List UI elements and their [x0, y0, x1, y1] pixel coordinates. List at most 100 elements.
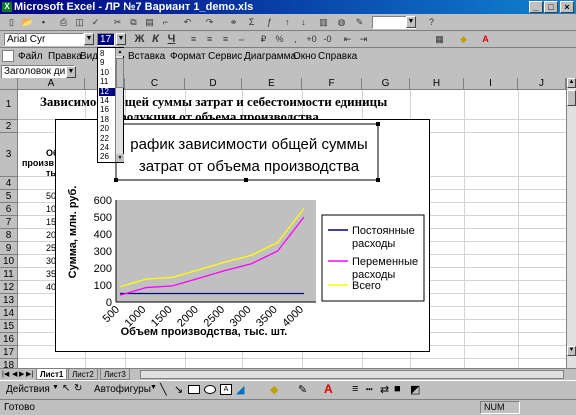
row-header[interactable]: 9	[0, 242, 18, 255]
horizontal-scrollbar[interactable]	[140, 370, 564, 379]
font-size-dropdown-arrow[interactable]: ▼	[116, 33, 126, 45]
arrow-style-icon[interactable]: ⇄	[380, 383, 389, 396]
font-size-option[interactable]: 10	[99, 68, 115, 77]
paste-icon[interactable]: ▤	[142, 16, 157, 29]
font-size-option[interactable]: 9	[99, 59, 115, 67]
column-header[interactable]: H	[410, 78, 464, 90]
row-header[interactable]: 5	[0, 190, 18, 203]
close-button[interactable]: ×	[560, 1, 574, 13]
font-size-option[interactable]: 16	[99, 106, 115, 114]
menu-help[interactable]: Справка	[318, 51, 357, 62]
sheet-tab-1[interactable]: Лист1	[36, 369, 68, 380]
help-icon[interactable]: ?	[424, 16, 439, 29]
free-rotate-icon[interactable]: ↻	[74, 383, 82, 394]
vertical-scrollbar[interactable]: ▲ ▼	[566, 78, 576, 368]
font-size-option[interactable]: 22	[99, 134, 115, 143]
menu-edit[interactable]: Правка	[48, 51, 82, 62]
select-all-corner[interactable]	[0, 78, 18, 90]
increase-decimal-icon[interactable]: +0	[304, 33, 319, 46]
row-header[interactable]: 11	[0, 268, 18, 281]
row-header[interactable]: 15	[0, 320, 18, 333]
undo-icon[interactable]: ↶	[180, 16, 195, 29]
decrease-indent-icon[interactable]: ⇤	[340, 33, 355, 46]
dropdown-scroll-thumb[interactable]	[116, 58, 124, 88]
autoshapes-dropdown-icon[interactable]: ▼	[150, 384, 157, 391]
font-color-icon[interactable]: A	[478, 33, 493, 46]
rectangle-icon[interactable]	[188, 385, 200, 394]
menu-window[interactable]: Окно	[293, 51, 316, 62]
drawing-icon[interactable]: ✎	[352, 16, 367, 29]
menu-file[interactable]: Файл	[18, 51, 43, 62]
align-left-icon[interactable]: ≡	[186, 33, 201, 46]
dropdown-scroll-up-icon[interactable]: ▲	[116, 48, 124, 56]
name-box[interactable]: Заголовок ди...	[1, 65, 75, 79]
wordart-icon[interactable]: ◢	[236, 383, 244, 396]
align-center-icon[interactable]: ≡	[202, 33, 217, 46]
map-icon[interactable]: ◍	[334, 16, 349, 29]
decrease-decimal-icon[interactable]: -0	[320, 33, 335, 46]
column-header[interactable]: E	[242, 78, 302, 90]
function-icon[interactable]: ƒ	[262, 16, 277, 29]
dropdown-scroll-down-icon[interactable]: ▼	[116, 154, 124, 162]
open-icon[interactable]: 📂	[20, 16, 35, 29]
row-header[interactable]: 3	[0, 133, 18, 177]
align-right-icon[interactable]: ≡	[218, 33, 233, 46]
excel-app-icon[interactable]: X	[2, 2, 12, 12]
3d-icon[interactable]: ◩	[410, 383, 420, 396]
font-size-option[interactable]: 14	[99, 97, 115, 105]
menu-format[interactable]: Формат	[170, 51, 206, 62]
column-header[interactable]: J	[518, 78, 566, 90]
print-preview-icon[interactable]: ◫	[72, 16, 87, 29]
cut-icon[interactable]: ✂	[110, 16, 125, 29]
row-header[interactable]: 1	[0, 90, 18, 120]
line-icon[interactable]: ╲	[160, 383, 167, 396]
maximize-button[interactable]: □	[544, 1, 558, 13]
italic-button[interactable]: К	[148, 33, 163, 46]
zoom-dropdown-arrow[interactable]: ▼	[406, 16, 416, 28]
minimize-button[interactable]: _	[529, 1, 543, 13]
row-header[interactable]: 14	[0, 307, 18, 320]
column-header[interactable]: A	[18, 78, 85, 90]
font-size-option[interactable]: 18	[99, 115, 115, 124]
bold-button[interactable]: Ж	[132, 33, 147, 46]
font-size-dropdown-list[interactable]: 8 9 10 11 12 14 16 18 20 22 24 26 ▲ ▼	[97, 47, 124, 163]
row-header[interactable]: 8	[0, 229, 18, 242]
row-header[interactable]: 4	[0, 177, 18, 190]
thousands-icon[interactable]: ,	[288, 33, 303, 46]
dash-style-icon[interactable]: ┅	[366, 383, 373, 396]
tab-nav-last-icon[interactable]: ▶|	[26, 370, 33, 378]
font-size-option[interactable]: 11	[99, 78, 115, 86]
name-box-dropdown-arrow[interactable]: ▼	[66, 66, 76, 78]
arrow-icon[interactable]: ↘	[174, 383, 183, 396]
spelling-icon[interactable]: ✓	[88, 16, 103, 29]
print-icon[interactable]: ⎙	[56, 16, 71, 29]
row-header[interactable]: 10	[0, 255, 18, 268]
borders-icon[interactable]: ▦	[432, 33, 447, 46]
hyperlink-icon[interactable]: ⚭	[226, 16, 241, 29]
currency-icon[interactable]: ₽	[256, 33, 271, 46]
underline-button[interactable]: Ч	[164, 33, 179, 46]
scroll-thumb[interactable]	[567, 90, 576, 106]
font-size-field[interactable]: 17	[97, 33, 115, 46]
column-header[interactable]: F	[302, 78, 362, 90]
sheet-tab-3[interactable]: Лист3	[100, 369, 130, 380]
actions-dropdown-icon[interactable]: ▼	[52, 384, 59, 391]
autosum-icon[interactable]: Σ	[244, 16, 259, 29]
fill-color-draw-icon[interactable]: ◆	[270, 383, 278, 396]
scroll-down-icon[interactable]: ▼	[567, 346, 576, 356]
row-header[interactable]: 12	[0, 281, 18, 294]
row-header[interactable]: 17	[0, 346, 18, 359]
row-header[interactable]: 16	[0, 333, 18, 346]
font-size-option[interactable]: 24	[99, 144, 115, 152]
column-header[interactable]: C	[125, 78, 185, 90]
sheet-tab-2[interactable]: Лист2	[68, 369, 98, 380]
font-name-field[interactable]: Arial Cyr	[4, 33, 84, 46]
font-size-option[interactable]: 8	[99, 50, 115, 58]
line-color-icon[interactable]: ✎	[298, 383, 307, 396]
fill-color-icon[interactable]: ◆	[456, 33, 471, 46]
sort-descending-icon[interactable]: ↓	[296, 16, 311, 29]
menu-insert[interactable]: Вставка	[128, 51, 165, 62]
increase-indent-icon[interactable]: ⇥	[356, 33, 371, 46]
chart-wizard-icon[interactable]: ▥	[316, 16, 331, 29]
menu-chart[interactable]: Диаграмма	[244, 51, 296, 62]
